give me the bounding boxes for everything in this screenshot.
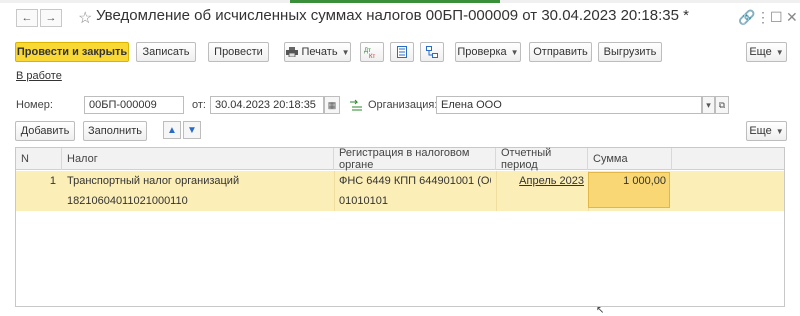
close-icon[interactable]: ✕ <box>786 9 798 26</box>
move-down-button[interactable]: ▼ <box>183 121 201 139</box>
print-label: Печать <box>301 46 338 58</box>
chevron-down-icon: ▼ <box>775 47 784 57</box>
column-divider <box>334 171 335 211</box>
organization-dropdown-button[interactable]: ▾ <box>702 96 715 114</box>
check-label: Проверка <box>457 46 507 58</box>
report-button[interactable] <box>390 42 414 62</box>
favorite-star-icon[interactable]: ☆ <box>78 8 92 28</box>
upload-button[interactable]: Выгрузить <box>598 42 662 62</box>
tax-name[interactable]: Транспортный налог организаций <box>67 175 329 187</box>
fill-label: Заполнить <box>87 125 142 137</box>
move-up-button[interactable]: ▲ <box>163 121 181 139</box>
post-label: Провести <box>214 46 263 58</box>
column-header-period[interactable]: Отчетный период <box>496 147 588 171</box>
printer-icon <box>285 47 298 57</box>
row-number: 1 <box>49 175 56 187</box>
tax-oktmo[interactable]: 01010101 <box>339 195 491 207</box>
date-field[interactable]: 30.04.2023 20:18:35 <box>210 96 324 114</box>
dtkt-button[interactable]: Дт Кт <box>360 42 384 62</box>
taxes-table: N Налог Регистрация в налоговом органе О… <box>15 147 785 307</box>
tax-registration[interactable]: ФНС 6449 КПП 644901001 (Об... <box>339 175 491 187</box>
maximize-icon[interactable]: ☐ <box>770 9 783 26</box>
link-icon[interactable]: 🔗 <box>738 9 755 26</box>
chevron-down-icon: ▾ <box>706 99 711 110</box>
structure-icon <box>426 46 438 58</box>
date-label: от: <box>192 99 206 111</box>
calendar-button[interactable]: ▦ <box>324 96 340 114</box>
organization-open-button[interactable]: ⧉ <box>715 96 729 114</box>
send-label: Отправить <box>533 46 588 58</box>
column-divider <box>496 171 497 211</box>
document-icon <box>397 46 407 58</box>
column-header-registration[interactable]: Регистрация в налоговом органе <box>334 147 496 171</box>
organization-label: Организация: <box>368 99 438 111</box>
fill-button[interactable]: Заполнить <box>83 121 147 141</box>
number-field[interactable]: 00БП-000009 <box>84 96 184 114</box>
table-more-button[interactable]: Еще ▼ <box>746 121 787 141</box>
chevron-down-icon: ▼ <box>341 47 350 57</box>
forward-icon: → <box>45 12 57 24</box>
more-actions-icon[interactable]: ⋮ <box>756 9 770 26</box>
save-button[interactable]: Записать <box>136 42 196 62</box>
back-button[interactable]: ← <box>16 9 38 27</box>
period-link[interactable]: Апрель 2023 <box>500 175 584 187</box>
dtkt-icon: ДтКт <box>364 48 375 58</box>
organization-field[interactable]: Елена ООО <box>436 96 702 114</box>
arrow-down-icon: ▼ <box>187 124 197 136</box>
tax-kbk[interactable]: 18210604011021000110 <box>67 195 329 207</box>
number-label: Номер: <box>16 99 53 111</box>
add-row-button[interactable]: Добавить <box>15 121 75 141</box>
upload-label: Выгрузить <box>603 46 657 58</box>
column-header-tax[interactable]: Налог <box>62 148 334 170</box>
table-header: N Налог Регистрация в налоговом органе О… <box>16 147 784 171</box>
post-button[interactable]: Провести <box>208 42 269 62</box>
more-button[interactable]: Еще ▼ <box>746 42 787 62</box>
table-more-label: Еще <box>749 125 772 137</box>
svg-text:Кт: Кт <box>369 54 375 58</box>
open-icon: ⧉ <box>718 99 726 110</box>
top-strip-active <box>290 0 500 3</box>
amount-value[interactable]: 1 000,00 <box>592 175 666 187</box>
post-and-close-button[interactable]: Провести и закрыть <box>15 42 129 62</box>
post-and-close-label: Провести и закрыть <box>16 46 128 58</box>
status-link[interactable]: В работе <box>16 70 62 82</box>
column-header-amount[interactable]: Сумма <box>588 148 672 170</box>
structure-button[interactable] <box>420 42 444 62</box>
arrow-up-icon: ▲ <box>167 124 177 136</box>
column-header-n[interactable]: N <box>16 148 62 170</box>
top-strip <box>0 0 800 3</box>
forward-button[interactable]: → <box>40 9 62 27</box>
check-button[interactable]: Проверка ▼ <box>455 42 521 62</box>
mouse-cursor-icon: ↖ <box>596 305 605 316</box>
print-button[interactable]: Печать ▼ <box>284 42 351 62</box>
chevron-down-icon: ▼ <box>775 126 784 136</box>
more-label: Еще <box>749 46 772 58</box>
calendar-icon: ▦ <box>327 99 337 110</box>
chevron-down-icon: ▼ <box>510 47 519 57</box>
page-title: Уведомление об исчисленных суммах налого… <box>96 7 689 24</box>
save-label: Записать <box>142 46 190 58</box>
add-label: Добавить <box>20 125 70 137</box>
back-icon: ← <box>21 12 33 24</box>
organization-icon <box>350 99 362 111</box>
send-button[interactable]: Отправить <box>529 42 592 62</box>
